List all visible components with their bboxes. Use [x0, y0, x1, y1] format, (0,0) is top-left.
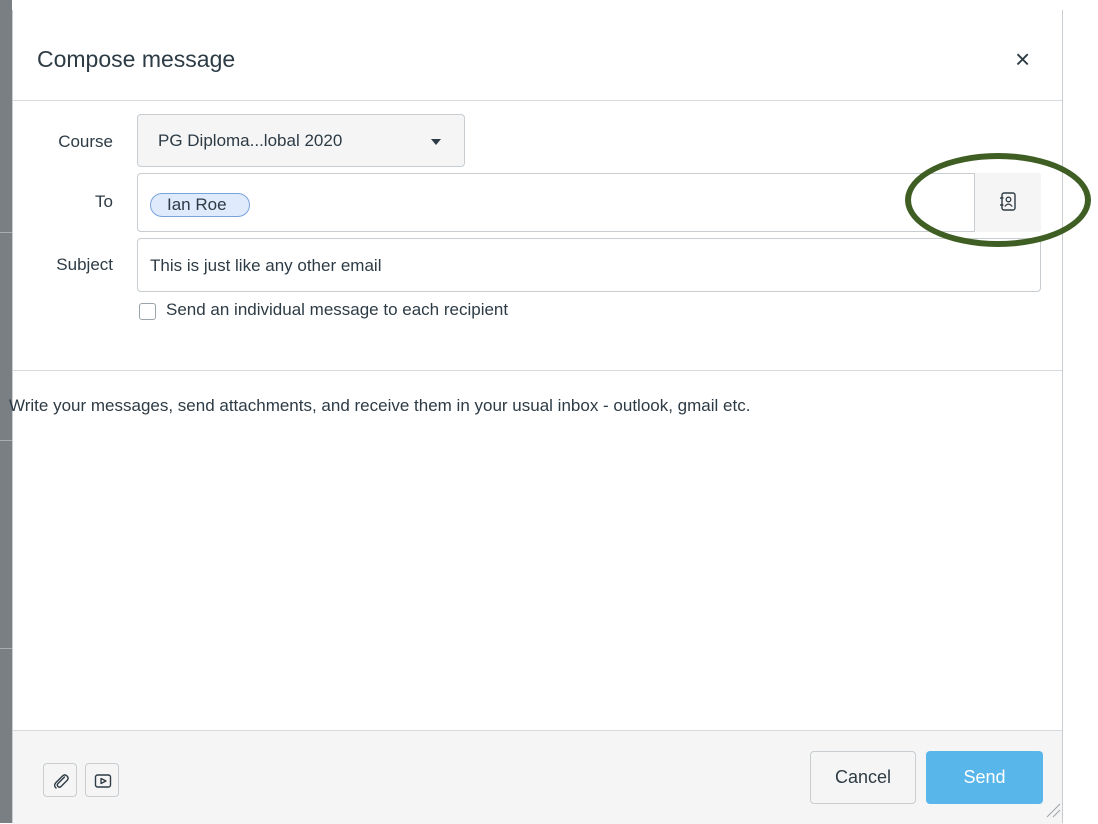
message-body-editor[interactable]: Write your messages, send attachments, a…	[9, 370, 1063, 731]
recipient-token[interactable]: Ian Roe	[150, 193, 250, 217]
media-icon	[94, 774, 112, 788]
close-icon[interactable]: ×	[1015, 46, 1030, 72]
dialog-footer: Cancel Send	[13, 730, 1063, 824]
individual-message-label[interactable]: Send an individual message to each recip…	[166, 300, 508, 320]
address-book-button[interactable]	[974, 173, 1041, 232]
subject-input-value: This is just like any other email	[150, 256, 382, 275]
record-media-button[interactable]	[85, 763, 119, 797]
dialog-header: Compose message ×	[13, 10, 1063, 101]
dialog-title: Compose message	[37, 46, 236, 72]
individual-message-checkbox[interactable]	[139, 303, 156, 320]
course-select[interactable]: PG Diploma...lobal 2020	[137, 114, 465, 167]
subject-input[interactable]: This is just like any other email	[137, 238, 1041, 292]
attach-file-button[interactable]	[43, 763, 77, 797]
course-select-value: PG Diploma...lobal 2020	[158, 131, 343, 150]
paperclip-icon	[53, 774, 69, 789]
course-label: Course	[58, 132, 113, 151]
address-book-icon	[1000, 192, 1016, 211]
subject-label: Subject	[56, 255, 113, 274]
send-button[interactable]: Send	[926, 751, 1043, 804]
recipients-field[interactable]: Ian Roe	[137, 173, 1041, 232]
chevron-down-icon	[431, 139, 441, 145]
message-body-text: Write your messages, send attachments, a…	[9, 396, 751, 415]
compose-dialog: Compose message × Course PG Diploma...lo…	[9, 10, 1063, 824]
cancel-button[interactable]: Cancel	[810, 751, 916, 804]
dialog-right-edge	[1062, 10, 1063, 823]
resize-grip-icon[interactable]	[1045, 802, 1061, 818]
to-label: To	[95, 192, 113, 211]
